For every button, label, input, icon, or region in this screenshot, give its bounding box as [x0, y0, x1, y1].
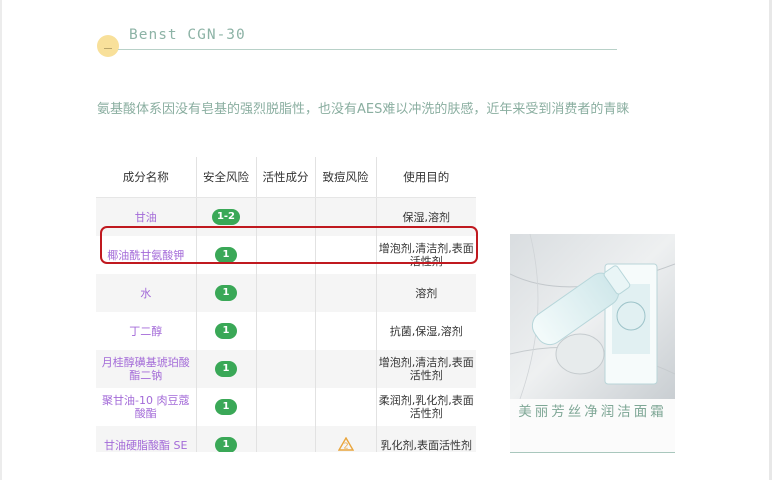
title-dot-icon: [97, 35, 119, 57]
safety-badge: 1: [215, 361, 237, 377]
table-row: 丁二醇 1 抗菌,保湿,溶剂: [96, 312, 476, 350]
purpose-cell: 抗菌,保湿,溶剂: [376, 312, 476, 350]
product-photo-icon: [510, 234, 675, 399]
active-cell: [256, 312, 316, 350]
table-row: 水 1 溶剂: [96, 274, 476, 312]
ingredient-table: 成分名称 安全风险 活性成分 致痘风险 使用目的 甘油 1-2 保湿,溶剂 椰油…: [96, 157, 476, 452]
acne-cell: [315, 388, 377, 426]
acne-cell: [315, 274, 377, 312]
section-title: Benst CGN-30: [129, 27, 246, 43]
safety-badge: 1: [215, 399, 237, 415]
safety-cell: 1: [196, 388, 257, 426]
purpose-cell: 增泡剂,清洁剂,表面活性剂: [376, 350, 476, 388]
title-underline: [118, 49, 617, 50]
product-card: 美丽芳丝净润洁面霜: [510, 234, 675, 453]
active-cell: [256, 426, 316, 452]
purpose-cell: 柔润剂,乳化剂,表面活性剂: [376, 388, 476, 426]
column-header: 使用目的: [376, 157, 476, 198]
acne-level: 2: [343, 441, 348, 450]
column-header: 致痘风险: [315, 157, 377, 198]
ingredient-name: 聚甘油-10 肉豆蔻酸酯: [96, 388, 197, 426]
acne-cell: [315, 350, 377, 388]
page-frame-left: [0, 0, 2, 480]
safety-badge: 1-2: [211, 209, 241, 225]
highlight-box: [100, 226, 478, 264]
ingredient-name: 月桂醇磺基琥珀酸酯二钠: [96, 350, 197, 388]
product-photo: [510, 234, 675, 399]
safety-cell: 1: [196, 274, 257, 312]
active-cell: [256, 388, 316, 426]
active-cell: [256, 274, 316, 312]
table-row: 聚甘油-10 肉豆蔻酸酯 1 柔润剂,乳化剂,表面活性剂: [96, 388, 476, 426]
ingredient-name: 水: [96, 274, 197, 312]
ingredient-name: 甘油硬脂酸酯 SE: [96, 426, 197, 452]
safety-badge: 1: [215, 437, 237, 452]
column-header: 安全风险: [196, 157, 257, 198]
safety-cell: 1: [196, 312, 257, 350]
intro-paragraph: 氨基酸体系因没有皂基的强烈脱脂性，也没有AES难以冲洗的肤感，近年来受到消费者的…: [97, 102, 630, 117]
safety-badge: 1: [215, 285, 237, 301]
safety-cell: 1: [196, 426, 257, 452]
purpose-cell: 乳化剂,表面活性剂: [376, 426, 476, 452]
active-cell: [256, 350, 316, 388]
table-header-row: 成分名称 安全风险 活性成分 致痘风险 使用目的: [96, 157, 476, 198]
column-header: 活性成分: [256, 157, 316, 198]
ingredient-name: 丁二醇: [96, 312, 197, 350]
ingredient-table-image: 成分名称 安全风险 活性成分 致痘风险 使用目的 甘油 1-2 保湿,溶剂 椰油…: [96, 157, 476, 452]
safety-badge: 1: [215, 323, 237, 339]
acne-cell: [315, 312, 377, 350]
acne-cell: 2: [315, 426, 377, 452]
table-row: 甘油硬脂酸酯 SE 1 2 乳化剂,表面活性剂: [96, 426, 476, 452]
table-row: 月桂醇磺基琥珀酸酯二钠 1 增泡剂,清洁剂,表面活性剂: [96, 350, 476, 388]
acne-warning-icon: 2: [337, 436, 354, 451]
safety-cell: 1: [196, 350, 257, 388]
column-header: 成分名称: [96, 157, 197, 198]
product-caption: 美丽芳丝净润洁面霜: [510, 399, 675, 453]
purpose-cell: 溶剂: [376, 274, 476, 312]
